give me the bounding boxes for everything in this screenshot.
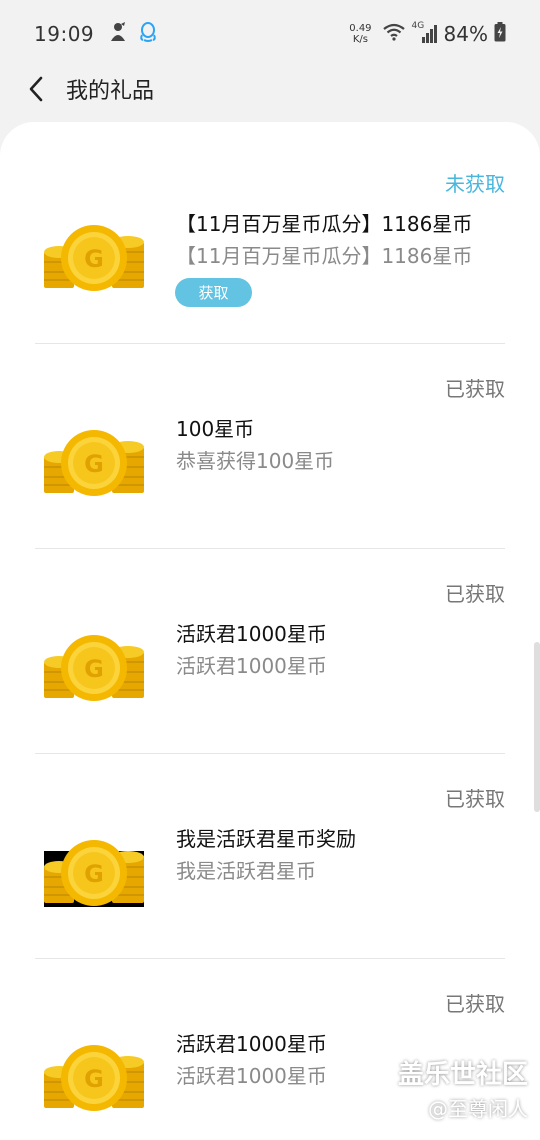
signal-icon: 4G <box>412 21 438 45</box>
gift-status: 已获取 <box>445 582 505 606</box>
battery-charging-icon <box>494 22 506 46</box>
coin-stack-icon: G <box>44 1045 144 1111</box>
gift-status: 未获取 <box>445 172 505 196</box>
gift-title: 100星币 <box>176 417 255 441</box>
watermark: 盖乐世社区 @至尊闲人 <box>398 1054 528 1122</box>
gift-description: 活跃君1000星币 <box>176 654 327 678</box>
gift-description: 【11月百万星币瓜分】1186星币 <box>176 244 473 268</box>
qq-icon <box>138 21 158 47</box>
gift-description: 我是活跃君星币 <box>176 859 316 883</box>
net-speed: 0.49 K/s <box>349 23 372 45</box>
list-item[interactable]: 已获取 G 活跃君1000星币 活跃君1000星币 <box>0 532 540 754</box>
coin-stack-icon: G <box>44 430 144 496</box>
gift-status: 已获取 <box>445 787 505 811</box>
chevron-left-icon <box>29 76 43 102</box>
gift-title: 我是活跃君星币奖励 <box>176 827 356 851</box>
gift-list: 未获取 G 【11月百万星币瓜分】1186星币 【11月百万星币瓜分】1186星… <box>0 122 540 1140</box>
battery-percent: 84% <box>443 22 488 46</box>
coin-stack-icon: G <box>44 635 144 701</box>
status-bar: 19:09 0.49 K/s 4G 84% <box>0 0 540 68</box>
coin-stack-icon: G <box>44 840 144 907</box>
list-item[interactable]: 已获取 G 我是活跃君星币奖励 我是活跃君星币 <box>0 737 540 959</box>
app-bar: 我的礼品 <box>0 68 540 110</box>
gift-title: 【11月百万星币瓜分】1186星币 <box>176 212 473 236</box>
svg-text:G: G <box>84 450 104 478</box>
gift-title: 活跃君1000星币 <box>176 622 327 646</box>
claim-button[interactable]: 获取 <box>175 278 252 307</box>
watermark-author: @至尊闲人 <box>428 1097 528 1121</box>
wifi-icon <box>382 23 406 45</box>
list-item[interactable]: 已获取 G 100星币 恭喜获得100星币 <box>0 327 540 549</box>
gift-title: 活跃君1000星币 <box>176 1032 327 1056</box>
svg-text:G: G <box>84 1065 104 1093</box>
gift-description: 活跃君1000星币 <box>176 1064 327 1088</box>
coin-stack-icon: G <box>44 225 144 291</box>
app-notification-icon <box>108 21 128 47</box>
gift-status: 已获取 <box>445 377 505 401</box>
gift-status: 已获取 <box>445 992 505 1016</box>
watermark-brand: 盖乐世社区 <box>397 1060 528 1090</box>
list-item[interactable]: 未获取 G 【11月百万星币瓜分】1186星币 【11月百万星币瓜分】1186星… <box>0 122 540 344</box>
page-title: 我的礼品 <box>66 79 155 104</box>
svg-text:G: G <box>84 245 104 273</box>
back-button[interactable] <box>16 69 56 109</box>
svg-text:G: G <box>84 860 104 888</box>
svg-text:G: G <box>84 655 104 683</box>
gift-description: 恭喜获得100星币 <box>176 449 335 473</box>
status-time: 19:09 <box>34 22 95 46</box>
